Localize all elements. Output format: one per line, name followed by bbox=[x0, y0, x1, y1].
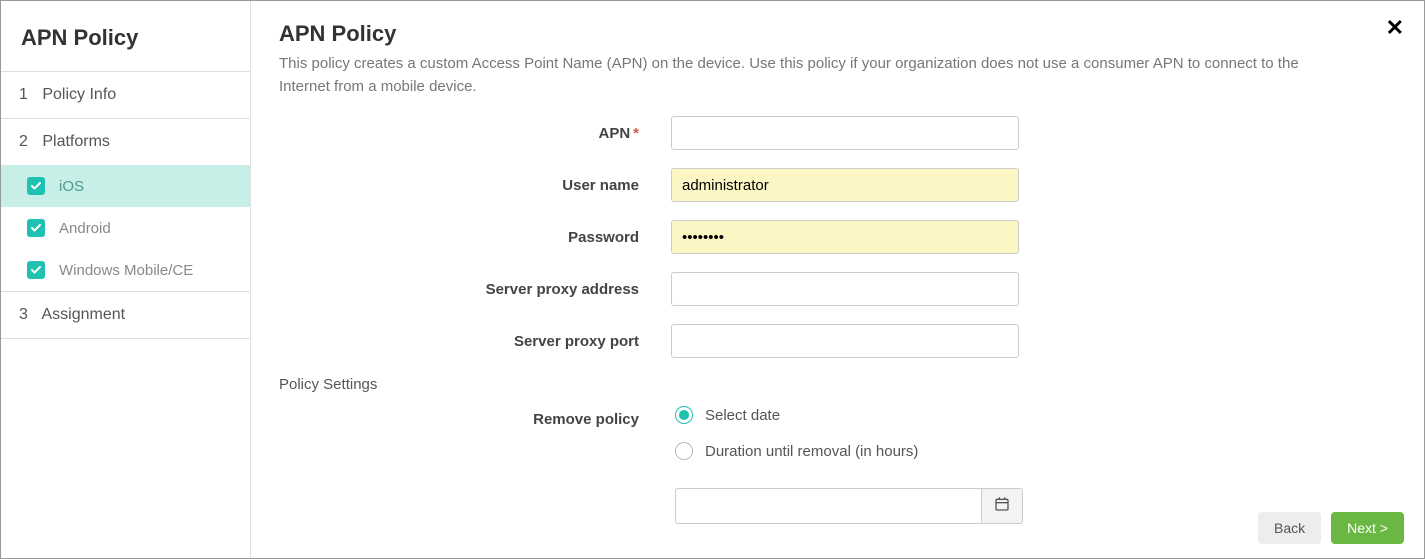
platform-label: iOS bbox=[59, 178, 84, 195]
step-policy-info[interactable]: 1 Policy Info bbox=[1, 71, 250, 118]
username-label: User name bbox=[279, 177, 671, 194]
main-panel: ✕ APN Policy This policy creates a custo… bbox=[251, 1, 1424, 558]
step-label: Assignment bbox=[41, 306, 125, 323]
date-input[interactable] bbox=[675, 488, 981, 524]
proxy-port-label: Server proxy port bbox=[279, 333, 671, 350]
step-platforms[interactable]: 2 Platforms bbox=[1, 118, 250, 165]
password-label: Password bbox=[279, 229, 671, 246]
apn-label: APN* bbox=[279, 125, 671, 142]
next-button[interactable]: Next > bbox=[1331, 512, 1404, 544]
policy-settings-heading: Policy Settings bbox=[279, 376, 1396, 393]
page-title: APN Policy bbox=[279, 21, 1396, 47]
calendar-icon bbox=[994, 496, 1010, 517]
proxy-port-input[interactable] bbox=[671, 324, 1019, 358]
radio-duration-label: Duration until removal (in hours) bbox=[705, 443, 918, 460]
radio-duration[interactable] bbox=[675, 442, 693, 460]
sidebar: APN Policy 1 Policy Info 2 Platforms iOS… bbox=[1, 1, 251, 558]
proxy-address-input[interactable] bbox=[671, 272, 1019, 306]
password-input[interactable] bbox=[671, 220, 1019, 254]
proxy-address-label: Server proxy address bbox=[279, 281, 671, 298]
checkbox-icon bbox=[27, 177, 45, 195]
platform-label: Android bbox=[59, 220, 111, 237]
radio-select-date-label: Select date bbox=[705, 407, 780, 424]
step-label: Policy Info bbox=[42, 86, 116, 103]
platform-item-android[interactable]: Android bbox=[1, 207, 250, 249]
calendar-button[interactable] bbox=[981, 488, 1023, 524]
step-number: 2 bbox=[19, 133, 28, 150]
checkbox-icon bbox=[27, 261, 45, 279]
radio-select-date[interactable] bbox=[675, 406, 693, 424]
username-input[interactable] bbox=[671, 168, 1019, 202]
platform-label: Windows Mobile/CE bbox=[59, 262, 193, 279]
step-number: 3 bbox=[19, 306, 28, 323]
platform-item-windows[interactable]: Windows Mobile/CE bbox=[1, 249, 250, 291]
platform-item-ios[interactable]: iOS bbox=[1, 165, 250, 207]
step-assignment[interactable]: 3 Assignment bbox=[1, 291, 250, 339]
step-number: 1 bbox=[19, 86, 28, 103]
checkbox-icon bbox=[27, 219, 45, 237]
step-label: Platforms bbox=[42, 133, 110, 150]
remove-policy-label: Remove policy bbox=[279, 411, 671, 428]
back-button[interactable]: Back bbox=[1258, 512, 1321, 544]
sidebar-title: APN Policy bbox=[1, 1, 250, 71]
apn-input[interactable] bbox=[671, 116, 1019, 150]
footer: Back Next > bbox=[1258, 512, 1404, 544]
page-description: This policy creates a custom Access Poin… bbox=[279, 53, 1339, 98]
close-icon[interactable]: ✕ bbox=[1386, 17, 1404, 39]
